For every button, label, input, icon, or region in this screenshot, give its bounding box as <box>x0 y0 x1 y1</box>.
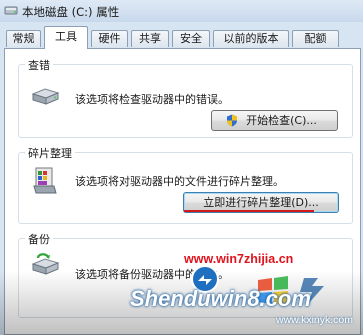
tab-strip: 常规 工具 硬件 共享 安全 以前的版本 配额 <box>0 26 363 49</box>
tab-sharing[interactable]: 共享 <box>131 30 169 47</box>
error-check-title: 查错 <box>25 57 53 73</box>
hard-drive-icon <box>31 88 60 105</box>
tab-security[interactable]: 安全 <box>172 30 210 47</box>
error-check-description: 该选项将检查驱动器中的错误。 <box>75 93 229 106</box>
watermark-brand: Shenduwin8.com <box>130 286 311 311</box>
tab-quota[interactable]: 配额 <box>292 30 339 47</box>
title-bar: 本地磁盘 (C:) 属性 <box>0 0 363 22</box>
tab-general[interactable]: 常规 <box>6 30 41 47</box>
defrag-icon <box>33 167 57 194</box>
defrag-description: 该选项将对驱动器中的文件进行碎片整理。 <box>75 175 284 188</box>
tab-hardware[interactable]: 硬件 <box>91 30 128 47</box>
backup-title: 备份 <box>25 231 53 247</box>
red-underline-annotation <box>184 210 314 212</box>
start-check-button[interactable]: 开始检查(C)... <box>211 110 338 131</box>
tab-previous-versions[interactable]: 以前的版本 <box>213 30 289 47</box>
defrag-title: 碎片整理 <box>25 145 75 161</box>
uac-shield-icon <box>227 114 237 127</box>
defrag-now-button-label: 立即进行碎片整理(D)... <box>203 196 319 209</box>
start-check-button-label: 开始检查(C)... <box>246 114 317 127</box>
watermark-small-url: www.kxinyk.com <box>275 314 353 326</box>
tab-tools[interactable]: 工具 <box>44 26 88 49</box>
drive-icon <box>4 6 18 15</box>
window-title: 本地磁盘 (C:) 属性 <box>22 5 120 19</box>
